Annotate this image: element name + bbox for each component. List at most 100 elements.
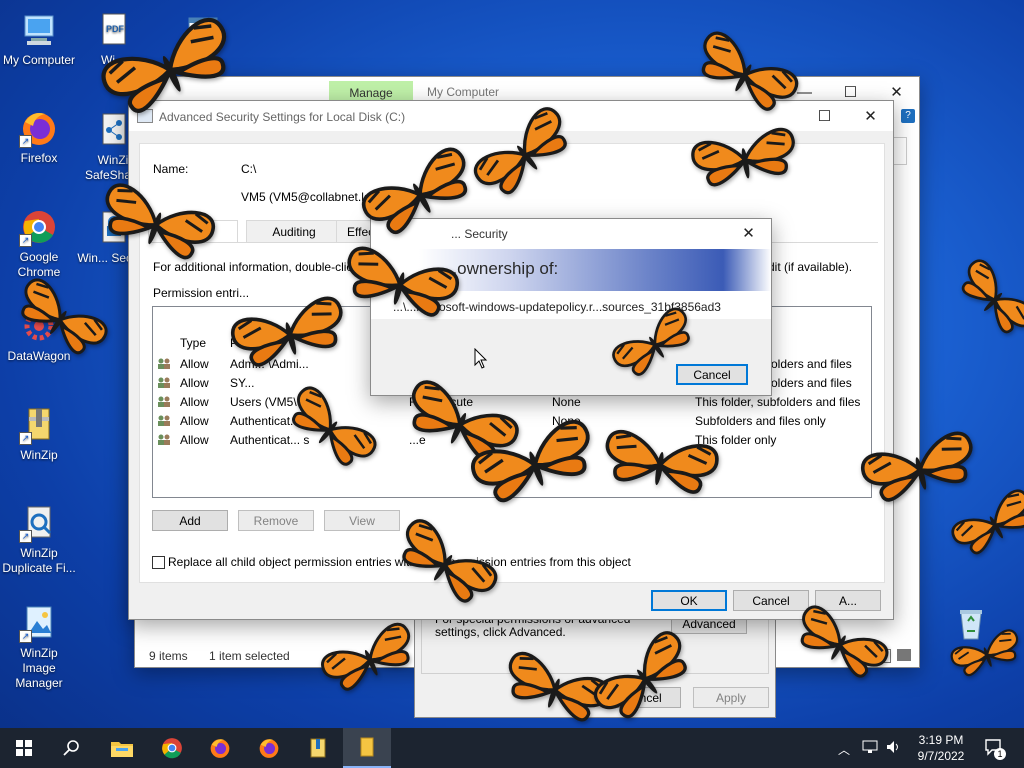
desktop-icon-recycle-bin[interactable]: Rec... bbox=[934, 603, 1008, 661]
computer-icon bbox=[19, 10, 59, 50]
desktop-icon-label: Firefox bbox=[20, 151, 58, 165]
shortcut-arrow-icon: ↗ bbox=[19, 530, 32, 543]
shortcut-arrow-icon: ↗ bbox=[19, 234, 32, 247]
firefox-icon[interactable] bbox=[245, 728, 293, 768]
row-inherited-from: ...e bbox=[552, 433, 569, 447]
explorer-status-selected: 1 item selected bbox=[209, 649, 290, 663]
file-explorer-icon[interactable] bbox=[98, 728, 146, 768]
users-icon bbox=[158, 396, 170, 407]
volume-icon[interactable] bbox=[886, 740, 902, 757]
maximize-icon[interactable]: ☐ bbox=[802, 101, 847, 131]
ownership-banner bbox=[371, 249, 771, 291]
firefox-icon[interactable] bbox=[196, 728, 244, 768]
cancel-button[interactable]: Cancel bbox=[733, 590, 809, 611]
add-button[interactable]: Add bbox=[152, 510, 228, 531]
desktop-icon-datawagon[interactable]: DataWagon bbox=[2, 306, 76, 364]
ownership-path: ...\...microsoft-windows-updatepolicy.r.… bbox=[393, 300, 721, 314]
row-applies-to: This folder only bbox=[695, 433, 777, 447]
winzip-icon[interactable] bbox=[294, 728, 342, 768]
datawagon-icon bbox=[19, 306, 59, 346]
view-button[interactable]: View bbox=[324, 510, 400, 531]
desktop-icon-my-computer[interactable]: My Computer bbox=[2, 10, 76, 68]
desktop-icon-winzip-dwin[interactable]: ...dwin... bbox=[166, 10, 240, 68]
ownership-heading: ...ownership of: bbox=[443, 259, 559, 278]
large-icons-view-icon[interactable] bbox=[897, 649, 911, 661]
advanced-security-title: Advanced Security Settings for Local Dis… bbox=[159, 110, 406, 124]
recycle-bin-icon bbox=[951, 603, 991, 643]
row-principal: Authenticat... s bbox=[230, 433, 310, 447]
row-principal: Authenticat... bbox=[230, 414, 301, 428]
column-header-type[interactable]: Type bbox=[180, 336, 206, 350]
pdf-icon: PDF bbox=[93, 10, 133, 50]
explorer-status-items: 9 items bbox=[149, 649, 188, 663]
row-type: Allow bbox=[180, 414, 209, 428]
owner-value: VM5 (VM5@collabnet.lo... bbox=[241, 190, 381, 204]
svg-text:PDF: PDF bbox=[106, 24, 125, 34]
info-text: For additional information, double-click bbox=[153, 260, 359, 274]
window-icon bbox=[183, 10, 223, 50]
shortcut-arrow-icon: ↗ bbox=[19, 432, 32, 445]
desktop-icon-label: WinZip Image Manager bbox=[15, 646, 63, 690]
tab-auditing[interactable]: Auditing bbox=[246, 220, 342, 242]
properties-cancel-button[interactable]: Cancel bbox=[605, 687, 681, 708]
users-icon bbox=[158, 377, 170, 388]
name-label: Name: bbox=[153, 162, 189, 176]
column-header-principal[interactable]: Princi... bbox=[230, 336, 270, 350]
security-cancel-button[interactable]: Cancel bbox=[676, 364, 748, 385]
butterfly-decoration bbox=[950, 485, 1024, 561]
users-icon bbox=[158, 415, 170, 426]
close-icon[interactable]: ✕ bbox=[848, 101, 893, 131]
winzip-icon: ↗ bbox=[19, 405, 59, 445]
start-icon[interactable] bbox=[0, 728, 48, 768]
taskbar: ︿ 3:19 PM 9/7/2022 1 bbox=[0, 728, 1024, 768]
properties-apply-button[interactable]: Apply bbox=[693, 687, 769, 708]
ok-button[interactable]: OK bbox=[651, 590, 727, 611]
table-row[interactable]: Allow Authenticat... None Subfolders and… bbox=[153, 412, 871, 431]
windows-security-dialog: ... Security ✕ ...ownership of: ...\...m… bbox=[370, 218, 772, 396]
row-principal: SY... bbox=[230, 376, 255, 390]
desktop-icon-winzip-duplicate-finder[interactable]: ↗ WinZip Duplicate Fi... bbox=[2, 503, 76, 576]
winzip-secure-icon bbox=[93, 208, 133, 248]
shortcut-arrow-icon: ↗ bbox=[19, 135, 32, 148]
row-type: Allow bbox=[180, 376, 209, 390]
safeshare-icon bbox=[93, 110, 133, 150]
file-explorer-icon[interactable] bbox=[343, 728, 391, 768]
row-type: Allow bbox=[180, 433, 209, 447]
desktop-icon-winzip[interactable]: ↗ WinZip bbox=[2, 405, 76, 463]
app-window-icon bbox=[137, 109, 153, 123]
table-row[interactable]: Allow Authenticat... s ...e ...e This fo… bbox=[153, 431, 871, 450]
tab-permissions[interactable]: Perm... bbox=[148, 220, 238, 243]
replace-child-permissions-checkbox[interactable] bbox=[152, 556, 165, 569]
chrome-icon[interactable] bbox=[148, 728, 196, 768]
row-applies-to: Subfolders and files only bbox=[695, 414, 826, 428]
clock-date[interactable]: 9/7/2022 bbox=[912, 749, 970, 763]
desktop-icon-label: ...dwin... bbox=[180, 53, 226, 67]
desktop-icon-firefox[interactable]: ↗ Firefox bbox=[2, 108, 76, 166]
users-icon bbox=[158, 358, 170, 369]
network-icon[interactable] bbox=[862, 740, 878, 757]
clock-time[interactable]: 3:19 PM bbox=[912, 733, 970, 747]
search-icon[interactable] bbox=[48, 728, 96, 768]
details-view-icon[interactable] bbox=[875, 649, 891, 663]
desktop-icon-pdf[interactable]: PDF Wi... bbox=[76, 10, 150, 68]
remove-button[interactable]: Remove bbox=[238, 510, 314, 531]
show-hidden-icons-chevron-icon[interactable]: ︿ bbox=[838, 741, 850, 758]
advanced-security-titlebar[interactable]: Advanced Security Settings for Local Dis… bbox=[129, 101, 893, 131]
desktop-icon-label: WinZip bbox=[20, 448, 58, 462]
desktop-icon-label: Rec... bbox=[955, 646, 987, 660]
winzip-duplicate-icon: ↗ bbox=[19, 503, 59, 543]
close-icon[interactable]: ✕ bbox=[726, 219, 771, 247]
info-text-right: dit (if available). bbox=[768, 260, 853, 274]
desktop-icon-label: WinZip Duplicate Fi... bbox=[2, 546, 76, 575]
desktop-icon-label: My Computer bbox=[2, 53, 76, 67]
apply-button[interactable]: A... bbox=[815, 590, 881, 611]
firefox-icon: ↗ bbox=[19, 108, 59, 148]
desktop-icon-winzip-image-manager[interactable]: ↗ WinZip Image Manager bbox=[2, 603, 76, 691]
help-icon[interactable]: ? bbox=[901, 109, 915, 123]
security-dialog-title: ... Security bbox=[451, 227, 508, 241]
desktop-icon-google-chrome[interactable]: ↗ Google Chrome bbox=[2, 207, 76, 280]
row-principal: Adm... \Admi... bbox=[230, 357, 309, 371]
butterfly-decoration bbox=[953, 255, 1024, 342]
permission-entries-label: Permission entri... bbox=[153, 286, 250, 300]
row-inherited-from: None bbox=[552, 395, 581, 409]
